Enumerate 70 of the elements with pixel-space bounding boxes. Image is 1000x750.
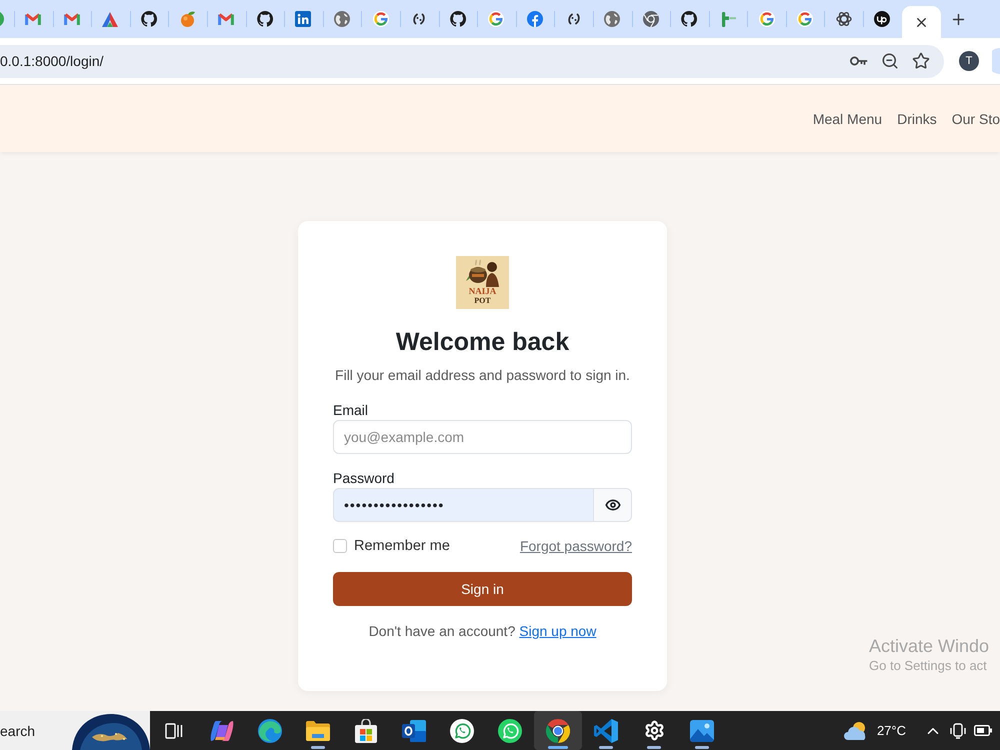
m-logo-icon <box>64 13 80 25</box>
swirl-logo-icon <box>210 720 234 742</box>
cat-logo-icon <box>141 11 158 27</box>
eye-icon <box>604 497 620 513</box>
knot-logo-icon <box>836 11 852 27</box>
g-logo-icon <box>758 11 775 27</box>
globe-icon <box>334 11 350 27</box>
activation-title: Activate Windo <box>869 635 990 657</box>
spiral-icon <box>412 12 426 26</box>
key-icon[interactable] <box>850 56 868 66</box>
logo-text: POT <box>474 296 491 305</box>
show-password-button[interactable] <box>594 488 632 522</box>
spiral-icon <box>566 12 581 26</box>
cat-logo-icon <box>256 11 273 27</box>
globe-icon <box>604 11 620 27</box>
m-logo-icon <box>218 13 234 25</box>
mountain-picture-icon <box>690 720 714 742</box>
sign-in-button[interactable]: Sign in <box>333 572 632 606</box>
remember-checkbox[interactable] <box>333 539 347 553</box>
mail-logo-icon <box>402 720 426 742</box>
chat-bubble-icon <box>450 718 474 742</box>
nav-link[interactable]: Drinks <box>897 110 937 126</box>
flag-logo-icon <box>720 11 736 27</box>
weather-temperature[interactable]: 27°C <box>876 723 906 738</box>
code-logo-icon <box>594 718 618 742</box>
url-text: 0.0.1:8000/login/ <box>0 53 105 69</box>
signup-prompt: Don't have an account? Sign up now <box>368 622 598 641</box>
search-text: earch <box>0 722 36 738</box>
device-icon[interactable] <box>950 722 966 738</box>
address-bar[interactable]: 0.0.1:8000/login/ <box>0 44 944 78</box>
task-view-icon <box>165 722 183 740</box>
g-logo-icon <box>372 11 389 27</box>
taskbar-app[interactable] <box>534 711 582 750</box>
sign-up-link[interactable]: Sign up now <box>519 623 596 639</box>
g-logo-icon <box>797 11 814 27</box>
up-logo-icon <box>874 11 890 27</box>
page-subtitle: Fill your email address and password to sign in. <box>334 366 631 385</box>
aperture-logo-icon <box>546 718 570 742</box>
search-field[interactable]: earch <box>0 711 150 750</box>
in-logo-icon <box>295 11 312 27</box>
chat-bubble-icon <box>498 718 522 742</box>
cat-logo-icon <box>450 11 466 27</box>
settings-icon <box>644 720 664 741</box>
field-label: Email <box>333 401 370 419</box>
pot-icon <box>466 259 500 287</box>
field-label: Password <box>333 469 396 487</box>
folder-icon <box>306 720 330 740</box>
email-field[interactable]: you@example.com <box>333 420 632 454</box>
page-title: Welcome back <box>394 327 570 357</box>
nav-link[interactable]: Meal Menu <box>812 110 882 126</box>
cat-logo-icon <box>681 11 698 27</box>
shopping-bag-icon <box>355 718 377 742</box>
battery-icon[interactable] <box>974 725 992 736</box>
profile-button[interactable]: T <box>959 51 979 71</box>
password-field[interactable]: ••••••••••••••••• <box>333 488 594 522</box>
aperture-logo-icon <box>642 11 659 27</box>
m-logo-icon <box>25 13 42 25</box>
zoom-out-icon[interactable] <box>881 52 899 70</box>
forgot-password-link[interactable]: Forgot password? <box>520 538 632 554</box>
star-icon[interactable] <box>912 52 930 70</box>
logo-text: NAIJA <box>468 287 496 296</box>
g-logo-icon <box>488 11 504 27</box>
globe-picture-icon <box>72 711 150 750</box>
wave-logo-icon <box>258 718 282 742</box>
triangle-logo-icon <box>102 12 118 26</box>
f-logo-icon <box>527 11 544 27</box>
fruit-icon <box>180 11 196 27</box>
activation-subtitle: Go to Settings to act <box>869 657 988 675</box>
remember-label: Remember me <box>354 538 450 554</box>
nav-link[interactable]: Our Sto <box>952 110 1000 126</box>
